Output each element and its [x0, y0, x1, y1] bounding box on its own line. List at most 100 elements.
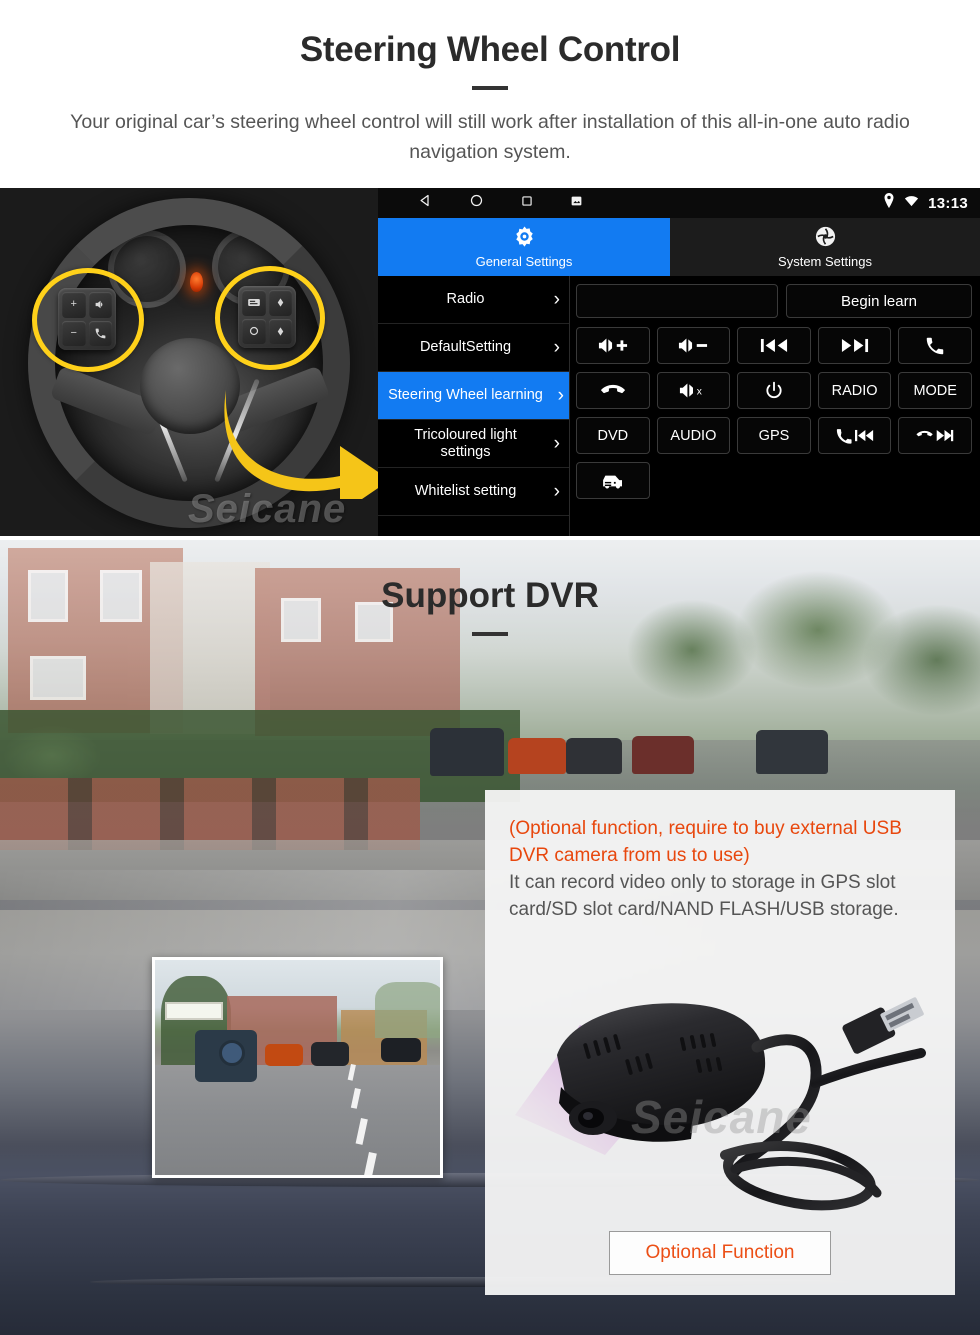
gps-button[interactable]: GPS: [737, 417, 811, 454]
steering-wheel-key-grid: x RADIO MODE DVD AUDIO GPS: [576, 327, 972, 499]
sidebar-item-whitelist-setting-label: Whitelist setting: [414, 483, 517, 500]
next-icon: [841, 338, 869, 353]
dashcam-preview-thumbnail: [152, 957, 443, 1178]
traffic-car: [430, 728, 504, 776]
hangup-next-button[interactable]: [898, 417, 972, 454]
tab-system-settings[interactable]: System Settings: [670, 218, 980, 276]
traffic-car: [756, 730, 828, 774]
svg-text:x: x: [697, 387, 703, 398]
steering-wheel-control-section: Steering Wheel Control Your original car…: [0, 0, 980, 540]
wifi-icon: [904, 194, 919, 212]
chevron-right-icon: ›: [553, 432, 560, 454]
hangup-icon: [600, 382, 626, 399]
road-sign: [165, 1002, 223, 1020]
chevron-right-icon: ›: [553, 288, 560, 310]
back-triangle-icon[interactable]: [418, 193, 433, 213]
tab-general-settings[interactable]: General Settings: [378, 218, 670, 276]
sidebar-item-default-setting[interactable]: DefaultSetting ›: [378, 324, 569, 372]
mode-button[interactable]: MODE: [898, 372, 972, 409]
volume-up-button[interactable]: [576, 327, 650, 364]
volume-mute-icon: x: [679, 382, 707, 399]
sidebar-item-tricoloured-light-settings[interactable]: Tricoloured light settings ›: [378, 420, 569, 468]
sidebar-item-default-setting-label: DefaultSetting: [419, 339, 512, 356]
settings-tabs: General Settings System Settings: [378, 218, 980, 276]
traffic-car: [508, 738, 566, 774]
phone-icon: [924, 335, 946, 357]
title-divider: [472, 86, 508, 91]
dvr-section-title-text: Support DVR: [381, 576, 599, 615]
traffic-car: [566, 738, 622, 774]
sidebar-item-whitelist-setting[interactable]: Whitelist setting ›: [378, 468, 569, 516]
settings-body: Radio › DefaultSetting › Steering Wheel …: [378, 276, 980, 536]
dvr-info-text: (Optional function, require to buy exter…: [485, 790, 955, 924]
red-car: [265, 1044, 303, 1066]
answer-call-button[interactable]: [898, 327, 972, 364]
sidebar-item-tricoloured-light-settings-label: Tricoloured light settings: [414, 427, 517, 460]
volume-down-button[interactable]: [656, 327, 731, 364]
recents-square-icon[interactable]: [520, 194, 534, 213]
screenshot-icon[interactable]: [570, 194, 583, 212]
hangup-call-button[interactable]: [576, 372, 650, 409]
home-circle-icon[interactable]: [469, 193, 484, 213]
radio-button[interactable]: RADIO: [817, 372, 892, 409]
chevron-right-icon: ›: [553, 336, 560, 358]
page-title: Steering Wheel Control: [299, 30, 681, 69]
dvr-info-card: (Optional function, require to buy exter…: [485, 790, 955, 1295]
dvr-storage-note: It can record video only to storage in G…: [509, 871, 899, 920]
sidebar-item-radio[interactable]: Radio ›: [378, 276, 569, 324]
window: [30, 656, 86, 700]
android-status-bar: 13:13: [378, 188, 980, 218]
dvd-button[interactable]: DVD: [576, 417, 650, 454]
phone-previous-button[interactable]: [817, 417, 892, 454]
usb-dvr-camera-photo: [485, 955, 955, 1220]
status-bar-right: 13:13: [883, 188, 968, 218]
highlight-circle-right: [215, 266, 325, 370]
learn-input[interactable]: [576, 284, 778, 318]
sidebar-item-steering-wheel-learning[interactable]: Steering Wheel learning ›: [378, 372, 569, 420]
android-head-unit-screenshot: 13:13 General Settings System Settings R…: [378, 188, 980, 536]
car-info-button[interactable]: [576, 462, 650, 499]
dvr-section-title: Support DVR: [0, 576, 980, 636]
car-icon: [600, 472, 626, 490]
product-feature-page: Steering Wheel Control Your original car…: [0, 0, 980, 1335]
sidebar-item-radio-label: Radio: [446, 291, 485, 308]
status-bar-clock: 13:13: [928, 194, 968, 212]
phone-previous-icon: [836, 428, 874, 444]
traffic-car: [632, 736, 694, 774]
chevron-right-icon: ›: [553, 480, 560, 502]
tab-general-settings-label: General Settings: [475, 254, 573, 269]
next-track-button[interactable]: [817, 327, 892, 364]
camera-watermark: Seicane: [631, 1091, 812, 1143]
steering-wheel-learning-panel: Begin learn x RADIO MODE DVD AUDIO GPS: [570, 276, 980, 536]
road-surface: [155, 1065, 440, 1175]
highlight-circle-left: [32, 268, 144, 372]
oncoming-car: [381, 1038, 421, 1062]
sidebar-item-steering-wheel-learning-label: Steering Wheel learning: [388, 387, 543, 404]
settings-menu-list: Radio › DefaultSetting › Steering Wheel …: [378, 276, 570, 536]
learn-controls-row: Begin learn: [576, 284, 972, 318]
settings-gear-icon: [513, 225, 536, 251]
hangup-next-icon: [916, 428, 954, 444]
optional-function-button[interactable]: Optional Function: [609, 1231, 831, 1275]
dark-car: [311, 1042, 349, 1066]
location-pin-icon: [883, 193, 895, 213]
volume-down-icon: [678, 337, 708, 354]
volume-up-icon: [598, 337, 628, 354]
android-nav-icons: [418, 193, 583, 213]
power-icon: [764, 381, 784, 401]
previous-track-button[interactable]: [737, 327, 811, 364]
tab-system-settings-label: System Settings: [778, 254, 872, 269]
previous-icon: [760, 338, 788, 353]
section-subtitle: Your original car’s steering wheel contr…: [70, 111, 910, 163]
spare-tyre: [219, 1040, 245, 1066]
tree: [375, 982, 440, 1038]
steering-wheel-media-row: + − Seicane 13:13 General Settings Syste…: [0, 188, 980, 536]
system-settings-icon: [814, 225, 837, 251]
dvr-optional-note: (Optional function, require to buy exter…: [509, 818, 902, 866]
power-button[interactable]: [737, 372, 811, 409]
pointer-arrow: [222, 384, 378, 514]
mute-button[interactable]: x: [656, 372, 731, 409]
begin-learn-button[interactable]: Begin learn: [786, 284, 972, 318]
chevron-right-icon: ›: [557, 384, 564, 406]
audio-button[interactable]: AUDIO: [656, 417, 731, 454]
